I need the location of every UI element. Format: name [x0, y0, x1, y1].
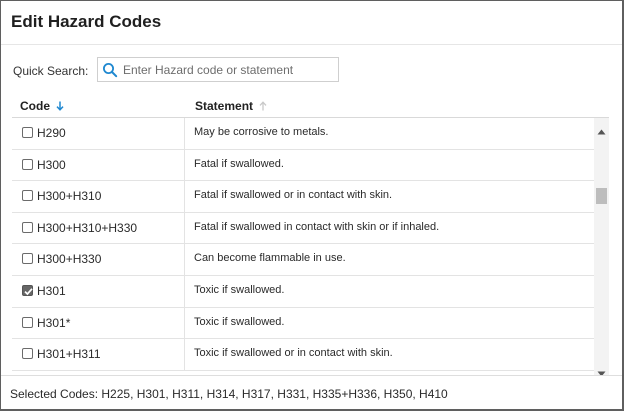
scrollbar-thumb[interactable]	[596, 188, 607, 204]
table-row[interactable]: H290 May be corrosive to metals.	[12, 118, 594, 150]
table-row[interactable]: H301 Toxic if swallowed.	[12, 275, 594, 308]
hazard-statement: Fatal if swallowed.	[194, 157, 284, 170]
hazard-codes-dialog: Edit Hazard Codes Quick Search: Code Sta…	[1, 1, 622, 409]
table-header: Code Statement	[12, 91, 609, 118]
row-checkbox[interactable]	[22, 316, 33, 328]
hazard-statement: Toxic if swallowed.	[194, 315, 285, 328]
table-scrollbar[interactable]	[594, 118, 609, 377]
scroll-up-icon[interactable]	[597, 122, 606, 140]
search-input[interactable]	[123, 60, 335, 79]
hazard-statement: Toxic if swallowed.	[194, 283, 285, 296]
hazard-code: H300+H330	[37, 252, 102, 267]
hazard-statement: Toxic if swallowed or in contact with sk…	[194, 347, 393, 360]
column-header-code[interactable]: Code	[20, 99, 64, 114]
row-checkbox[interactable]	[22, 221, 33, 233]
row-checkbox-checked[interactable]	[22, 284, 33, 296]
table-row[interactable]: H301+H311 Toxic if swallowed or in conta…	[12, 339, 594, 371]
hazard-codes-table: Code Statement H290 May be corrosive to …	[12, 91, 609, 377]
table-row[interactable]: H300+H330 Can become flammable in use.	[12, 244, 594, 276]
hazard-code: H301	[37, 283, 66, 298]
dialog-footer: Selected Codes: H225, H301, H311, H314, …	[1, 375, 622, 409]
hazard-code: H301+H311	[37, 347, 101, 362]
hazard-statement: Can become flammable in use.	[194, 252, 346, 265]
search-icon	[102, 62, 118, 78]
hazard-statement: May be corrosive to metals.	[194, 126, 329, 138]
row-checkbox[interactable]	[22, 253, 33, 265]
table-row[interactable]: H300 Fatal if swallowed.	[12, 149, 594, 182]
sort-descending-icon	[56, 100, 64, 114]
row-checkbox[interactable]	[22, 190, 33, 202]
hazard-code: H290	[37, 126, 66, 140]
hazard-code: H300	[37, 157, 66, 172]
dialog-title: Edit Hazard Codes	[11, 12, 162, 31]
column-header-statement[interactable]: Statement	[195, 99, 267, 114]
table-row[interactable]: H300+H310+H330 Fatal if swallowed in con…	[12, 212, 594, 245]
hazard-statement: Fatal if swallowed or in contact with sk…	[194, 189, 393, 202]
column-header-code-label: Code	[20, 99, 50, 113]
table-body: H290 May be corrosive to metals. H300 Fa…	[12, 118, 594, 375]
row-checkbox[interactable]	[22, 127, 33, 138]
table-row[interactable]: H300+H310 Fatal if swallowed or in conta…	[12, 181, 594, 213]
column-header-statement-label: Statement	[195, 99, 254, 113]
hazard-code: H301*	[37, 315, 71, 330]
sort-ascending-icon	[259, 100, 267, 114]
dialog-header: Edit Hazard Codes	[1, 1, 622, 45]
row-checkbox[interactable]	[22, 158, 33, 170]
quick-search-row: Quick Search:	[1, 57, 622, 83]
row-checkbox[interactable]	[22, 348, 33, 360]
hazard-code: H300+H310+H330	[37, 220, 138, 235]
hazard-code: H300+H310	[37, 189, 102, 204]
quick-search-label: Quick Search:	[13, 64, 89, 78]
quick-search-box[interactable]	[97, 57, 339, 82]
selected-codes-text: Selected Codes: H225, H301, H311, H314, …	[10, 387, 448, 401]
table-row[interactable]: H301* Toxic if swallowed.	[12, 307, 594, 340]
hazard-statement: Fatal if swallowed in contact with skin …	[194, 220, 440, 233]
